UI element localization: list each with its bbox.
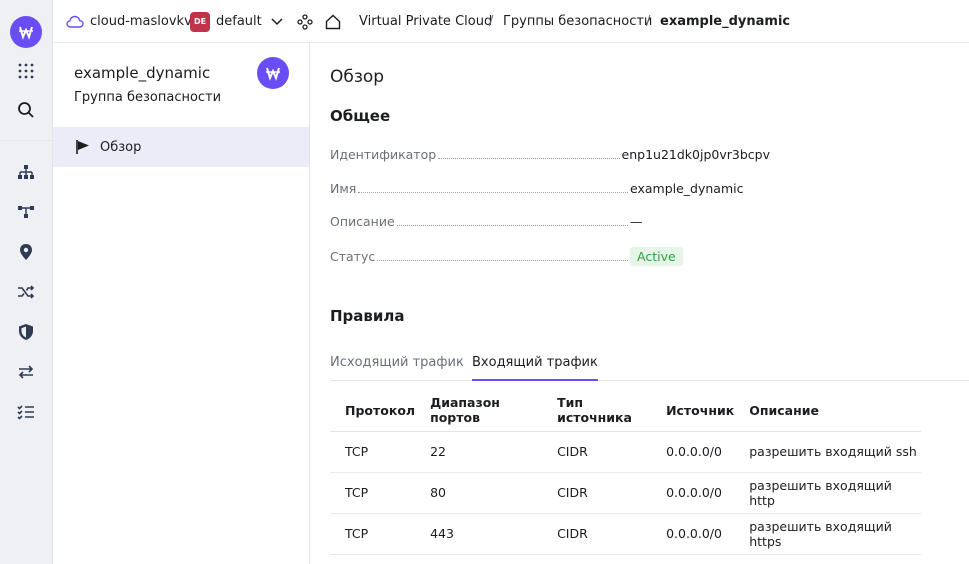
cell-port-range: 22 — [415, 431, 543, 473]
breadcrumb-vpc[interactable]: Virtual Private Cloud — [359, 0, 492, 43]
cell-description: разрешить входящий https — [734, 513, 921, 555]
top-bar: cloud-maslovkv DE default Virtual Privat… — [53, 0, 969, 43]
field-description-label: Описание — [330, 213, 395, 229]
rail-divider — [0, 140, 53, 141]
app: cloud-maslovkv DE default Virtual Privat… — [0, 0, 969, 564]
breadcrumb-vpc-label: Virtual Private Cloud — [359, 14, 493, 29]
location-pin-icon[interactable] — [16, 242, 36, 262]
cell-port-range: 443 — [415, 513, 543, 555]
page-title: Обзор — [330, 67, 385, 87]
cell-protocol: TCP — [330, 431, 416, 473]
cell-description: разрешить входящий http — [734, 472, 921, 514]
rules-table: Протокол Диапазон портов Тип источника И… — [330, 390, 921, 555]
cell-source: 0.0.0.0/0 — [651, 513, 735, 555]
panel-subtitle: Группа безопасности — [74, 90, 222, 105]
cell-source-type: CIDR — [542, 431, 652, 473]
column-header-protocol: Протокол — [330, 390, 416, 432]
column-header-port-range: Диапазон портов — [415, 390, 543, 432]
field-name-value: example_dynamic — [630, 180, 744, 196]
network-icon[interactable] — [16, 162, 36, 182]
table-row: TCP 443 CIDR 0.0.0.0/0 разрешить входящи… — [330, 513, 921, 555]
tab-ingress[interactable]: Входящий трафик — [472, 349, 598, 381]
vpc-service-icon — [257, 57, 289, 89]
field-id-label: Идентификатор — [330, 146, 437, 162]
column-header-source: Источник — [651, 390, 735, 432]
left-rail — [0, 0, 53, 564]
cell-source-type: CIDR — [542, 472, 652, 514]
apps-grid-icon[interactable] — [16, 61, 36, 81]
cell-source-type: CIDR — [542, 513, 652, 555]
cloud-selector[interactable]: cloud-maslovkv — [66, 0, 192, 43]
shuffle-icon[interactable] — [16, 282, 36, 302]
panel-title: example_dynamic — [74, 64, 211, 82]
folder-badge: DE — [190, 11, 210, 32]
field-id: Идентификатор enp1u21dk0jp0vr3bcpv — [330, 144, 770, 164]
section-general-heading: Общее — [330, 107, 391, 125]
tab-egress[interactable]: Исходящий трафик — [330, 349, 464, 381]
checklist-icon[interactable] — [16, 402, 36, 422]
field-status-label: Статус — [330, 248, 376, 264]
field-description: Описание — — [330, 211, 770, 231]
breadcrumb-security-groups-label: Группы безопасности — [503, 14, 653, 29]
main-content: Обзор Общее Идентификатор enp1u21dk0jp0v… — [310, 43, 969, 564]
nav-item-label: Обзор — [100, 139, 142, 155]
services-icon[interactable] — [297, 0, 313, 43]
table-row: TCP 22 CIDR 0.0.0.0/0 разрешить входящий… — [330, 431, 921, 473]
breadcrumb-current: example_dynamic — [660, 0, 790, 43]
cell-description: разрешить входящий ssh — [734, 431, 921, 473]
transfer-icon[interactable] — [16, 362, 36, 382]
chevron-down-icon — [271, 17, 283, 25]
column-header-description: Описание — [734, 390, 921, 432]
cell-port-range: 80 — [415, 472, 543, 514]
cell-protocol: TCP — [330, 472, 416, 514]
field-name: Имя example_dynamic — [330, 178, 770, 198]
topology-icon[interactable] — [16, 202, 36, 222]
field-status: Статус Active — [330, 246, 770, 266]
breadcrumb-separator: / — [489, 14, 494, 29]
section-rules-heading: Правила — [330, 307, 405, 325]
folder-selector[interactable]: DE default — [190, 0, 283, 43]
table-header-row: Протокол Диапазон портов Тип источника И… — [330, 390, 921, 432]
field-id-value: enp1u21dk0jp0vr3bcpv — [621, 146, 770, 162]
shield-icon[interactable] — [16, 322, 36, 342]
search-icon[interactable] — [16, 100, 36, 120]
status-badge: Active — [630, 246, 683, 266]
table-row: TCP 80 CIDR 0.0.0.0/0 разрешить входящий… — [330, 472, 921, 514]
field-name-label: Имя — [330, 180, 357, 196]
cloud-icon — [66, 15, 84, 28]
resource-panel: example_dynamic Группа безопасности Обзо… — [53, 43, 310, 564]
nav-item-overview[interactable]: Обзор — [53, 127, 309, 167]
column-header-source-type: Тип источника — [542, 390, 652, 432]
cell-source: 0.0.0.0/0 — [651, 472, 735, 514]
cloud-name: cloud-maslovkv — [90, 14, 192, 29]
rules-tabs: Исходящий трафик Входящий трафик — [330, 349, 969, 381]
breadcrumb-separator: / — [646, 14, 651, 29]
breadcrumb-current-label: example_dynamic — [660, 14, 791, 29]
folder-name: default — [216, 14, 262, 29]
flag-icon — [76, 140, 89, 154]
logo-icon[interactable] — [10, 16, 42, 48]
field-description-value: — — [630, 213, 643, 229]
cell-source: 0.0.0.0/0 — [651, 431, 735, 473]
home-icon[interactable] — [325, 0, 341, 43]
cell-protocol: TCP — [330, 513, 416, 555]
breadcrumb-security-groups[interactable]: Группы безопасности — [503, 0, 652, 43]
